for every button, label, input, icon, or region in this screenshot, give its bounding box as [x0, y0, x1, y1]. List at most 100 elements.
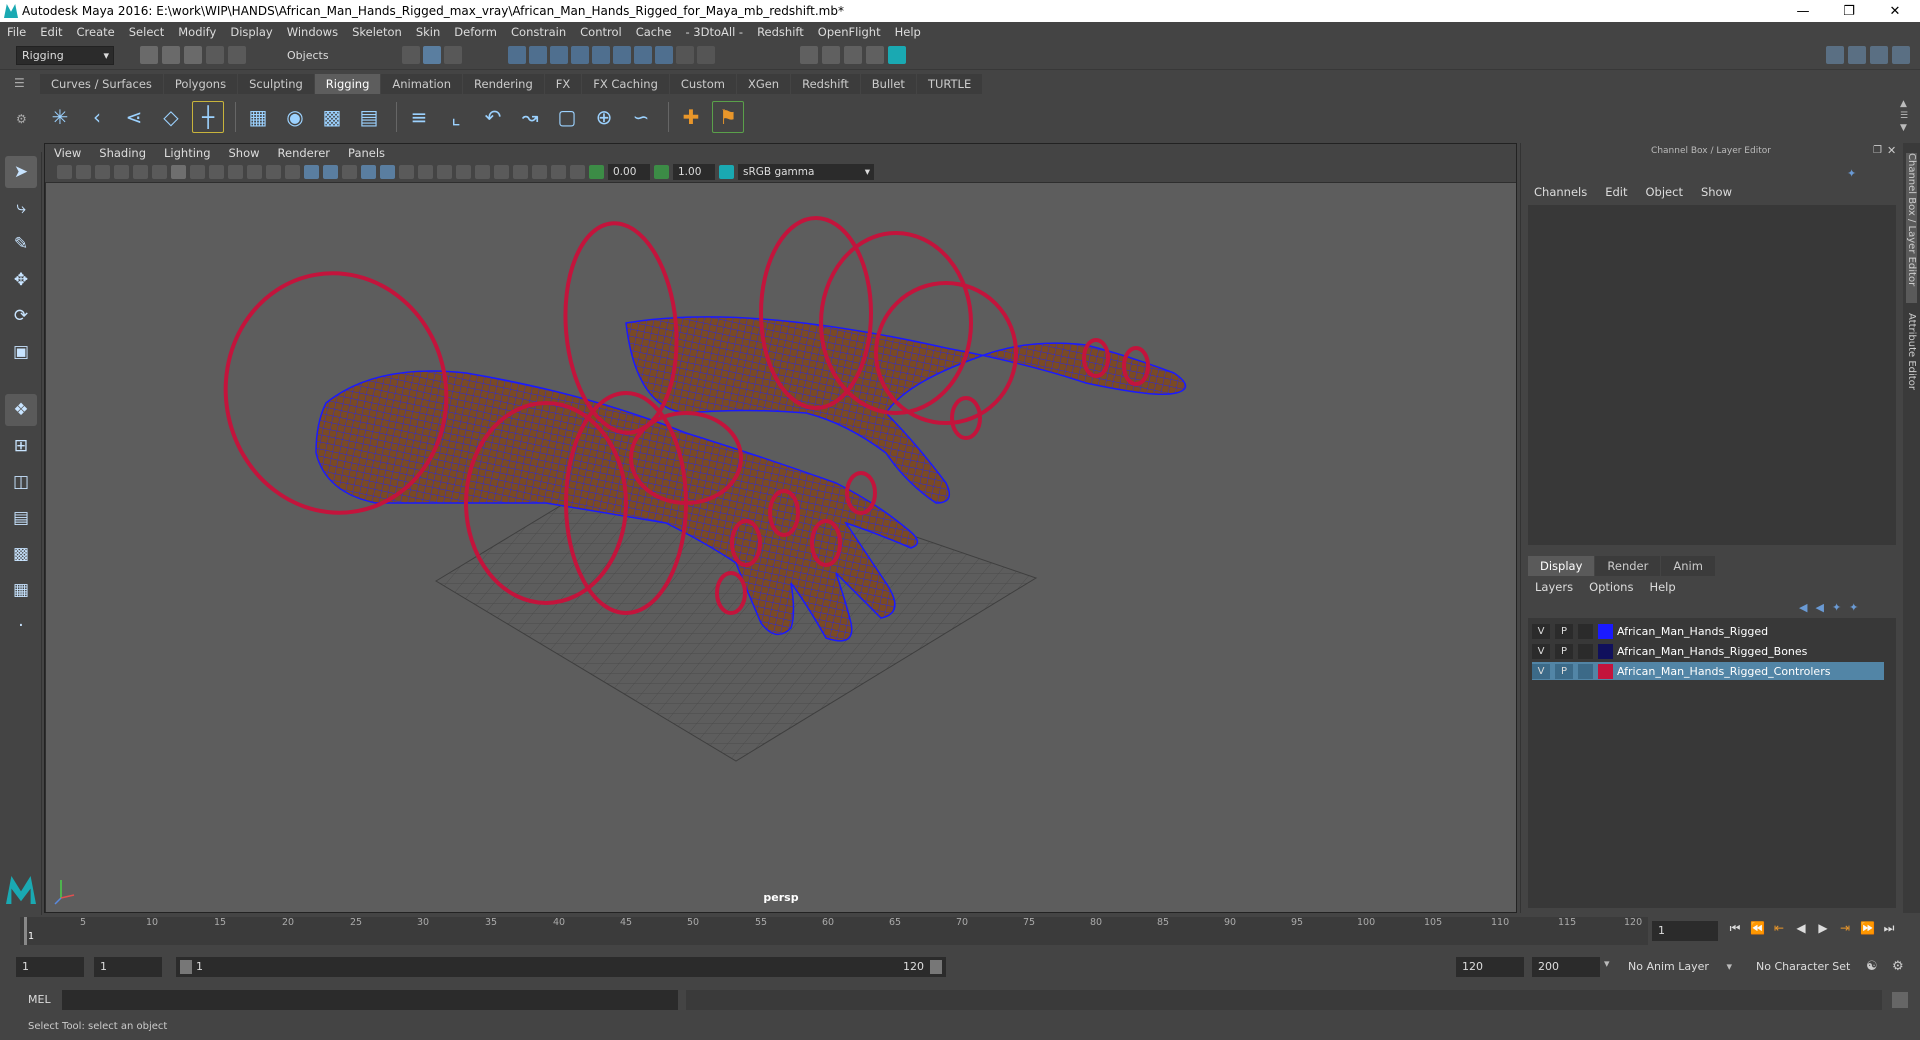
resolution-gate-icon[interactable]: [209, 165, 224, 179]
viewport-menu-view[interactable]: View: [45, 146, 90, 160]
ipr-render-icon[interactable]: [844, 46, 862, 64]
restore-button[interactable]: ❐: [1826, 0, 1872, 22]
shelf-scroll-arrows-icon[interactable]: ▲ ☰ ▼: [1900, 98, 1908, 134]
move-layer-down-icon[interactable]: ◀: [1815, 601, 1823, 614]
exposure-field[interactable]: 0.00: [608, 164, 650, 180]
range-start-handle[interactable]: [180, 960, 192, 974]
viewport-menu-show[interactable]: Show: [220, 146, 269, 160]
shelf-tab-fx[interactable]: FX: [544, 74, 582, 94]
parent-constraint-icon[interactable]: ≡: [403, 101, 435, 133]
viewport-menu-lighting[interactable]: Lighting: [155, 146, 219, 160]
menu-help[interactable]: Help: [888, 25, 928, 39]
interactive-bind-icon[interactable]: ◉: [279, 101, 311, 133]
xray-active-icon[interactable]: [551, 165, 566, 179]
step-back-frame-icon[interactable]: ⏪: [1750, 921, 1765, 935]
perspective-viewport[interactable]: persp: [46, 183, 1516, 912]
layer-row[interactable]: V P African_Man_Hands_Rigged_Bones: [1532, 642, 1884, 660]
locator-icon[interactable]: ✚: [675, 101, 707, 133]
go-to-end-icon[interactable]: ⏭: [1882, 921, 1896, 935]
menu-openflight[interactable]: OpenFlight: [811, 25, 888, 39]
smooth-shade-icon[interactable]: [323, 165, 338, 179]
menuset-dropdown[interactable]: Rigging ▾: [16, 46, 114, 65]
viewport-menu-panels[interactable]: Panels: [339, 146, 394, 160]
shelf-tab-rigging[interactable]: Rigging: [314, 74, 381, 94]
lock-icon[interactable]: [676, 46, 694, 64]
channel-box-menu-channels[interactable]: Channels: [1525, 185, 1596, 199]
lasso-tool-icon[interactable]: ⤷: [5, 192, 37, 224]
persp-outliner-layout-icon[interactable]: ◫: [5, 466, 37, 498]
depth-of-field-icon[interactable]: [494, 165, 509, 179]
create-joints-icon[interactable]: ✳: [44, 101, 76, 133]
bind-skin-icon[interactable]: ▦: [242, 101, 274, 133]
wireframe-on-shaded-icon[interactable]: [361, 165, 376, 179]
select-by-component-icon[interactable]: [444, 46, 462, 64]
menu-control[interactable]: Control: [573, 25, 629, 39]
move-layer-up-icon[interactable]: ◀: [1799, 601, 1807, 614]
menu-skin[interactable]: Skin: [409, 25, 447, 39]
layer-visibility-toggle[interactable]: V: [1532, 623, 1550, 639]
render-view-icon[interactable]: [800, 46, 818, 64]
channel-box-toggle-icon[interactable]: [1892, 46, 1910, 64]
auto-key-icon[interactable]: ☯: [1866, 959, 1878, 974]
animation-start-field[interactable]: 1: [16, 957, 84, 977]
hypershade-icon[interactable]: [888, 46, 906, 64]
layer-display-type-toggle[interactable]: [1578, 623, 1593, 639]
shelf-tab-turtle[interactable]: TURTLE: [916, 74, 983, 94]
scene-canvas[interactable]: [46, 183, 1516, 912]
camera-select-icon[interactable]: [57, 165, 72, 179]
snap-curve-icon[interactable]: [529, 46, 547, 64]
shelf-settings-icon[interactable]: ⚙: [16, 112, 30, 126]
layer-menu-layers[interactable]: Layers: [1535, 580, 1581, 594]
shelf-tab-curves-surfaces[interactable]: Curves / Surfaces: [40, 74, 163, 94]
shelf-menu-icon[interactable]: ☰: [14, 76, 32, 92]
render-settings-icon[interactable]: [866, 46, 884, 64]
save-scene-icon[interactable]: [184, 46, 202, 64]
grease-pencil-icon[interactable]: [152, 165, 167, 179]
shelf-tab-polygons[interactable]: Polygons: [163, 74, 238, 94]
redo-icon[interactable]: [228, 46, 246, 64]
channel-box-menu-show[interactable]: Show: [1692, 185, 1741, 199]
copy-weights-icon[interactable]: ▤: [353, 101, 385, 133]
close-button[interactable]: ✕: [1872, 0, 1918, 22]
layer-playback-toggle[interactable]: P: [1555, 623, 1573, 639]
shelf-tab-custom[interactable]: Custom: [669, 74, 736, 94]
shelf-tab-redshift[interactable]: Redshift: [791, 74, 860, 94]
orient-constraint-icon[interactable]: ↶: [477, 101, 509, 133]
new-scene-icon[interactable]: [140, 46, 158, 64]
2d-pan-zoom-icon[interactable]: [133, 165, 148, 179]
layer-color-swatch[interactable]: [1598, 643, 1613, 659]
menu-select[interactable]: Select: [122, 25, 171, 39]
layer-tab-anim[interactable]: Anim: [1661, 556, 1715, 576]
playback-start-field[interactable]: 1: [94, 957, 162, 977]
ik-handle-icon[interactable]: ┼: [192, 101, 224, 133]
character-set-dropdown[interactable]: No Character Set: [1750, 957, 1866, 977]
shelf-tab-xgen[interactable]: XGen: [736, 74, 791, 94]
grid-icon[interactable]: [171, 165, 186, 179]
current-frame-field[interactable]: 1: [1652, 921, 1718, 941]
menu-edit[interactable]: Edit: [33, 25, 69, 39]
paint-select-tool-icon[interactable]: ✎: [5, 228, 37, 260]
go-to-start-icon[interactable]: ⏮: [1728, 921, 1742, 935]
channel-box-menu-object[interactable]: Object: [1637, 185, 1692, 199]
field-chart-icon[interactable]: [247, 165, 262, 179]
select-by-object-icon[interactable]: [423, 46, 441, 64]
snap-projected-center-icon[interactable]: [571, 46, 589, 64]
menu-3dtoall[interactable]: - 3DtoAll -: [678, 25, 750, 39]
playback-end-field[interactable]: 120: [1456, 957, 1524, 977]
select-tool-icon[interactable]: ➤: [5, 156, 37, 188]
four-view-layout-icon[interactable]: ⊞: [5, 430, 37, 462]
point-constraint-icon[interactable]: ⌞: [440, 101, 472, 133]
gamma-icon[interactable]: [654, 165, 669, 179]
step-back-key-icon[interactable]: ⇤: [1772, 921, 1786, 935]
mirror-joint-icon[interactable]: ⋖: [118, 101, 150, 133]
ik-spline-icon[interactable]: ∽: [625, 101, 657, 133]
minimize-button[interactable]: —: [1780, 0, 1826, 22]
pole-vector-icon[interactable]: ⊕: [588, 101, 620, 133]
screen-space-ao-icon[interactable]: [437, 165, 452, 179]
shelf-tab-bullet[interactable]: Bullet: [860, 74, 916, 94]
persp-graph-layout-icon[interactable]: ▤: [5, 502, 37, 534]
side-tab-attribute-editor[interactable]: Attribute Editor: [1906, 313, 1917, 423]
orient-joint-icon[interactable]: ◇: [155, 101, 187, 133]
xray-icon[interactable]: [532, 165, 547, 179]
image-plane-icon[interactable]: [114, 165, 129, 179]
